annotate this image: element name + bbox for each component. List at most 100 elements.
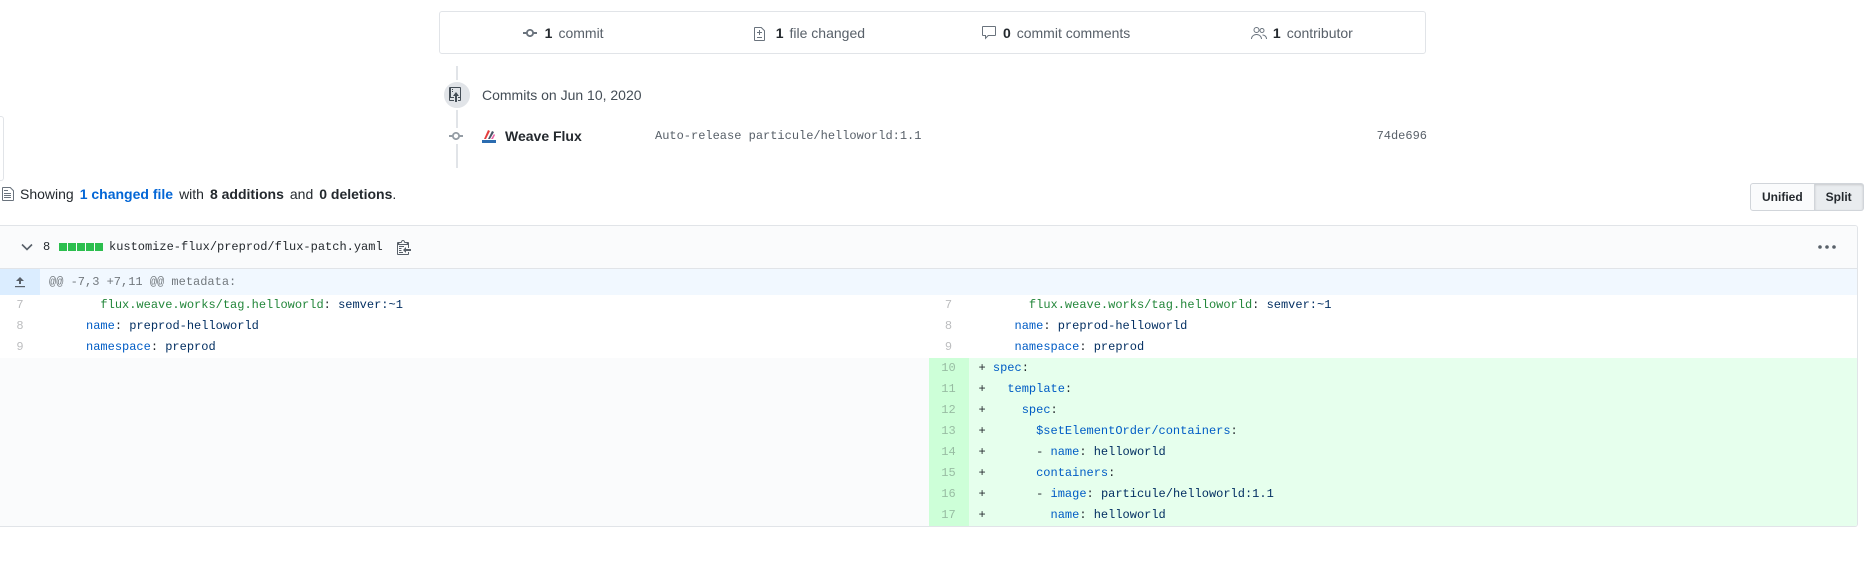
showing-and: and	[289, 186, 314, 202]
kebab-horizontal-icon[interactable]	[1817, 239, 1837, 255]
line-number[interactable]: 8	[929, 316, 969, 337]
diff-line-prefix: +	[978, 508, 1051, 522]
clipboard-icon[interactable]	[397, 239, 411, 255]
diff-left-cell: 8 name: preprod-helloworld	[0, 316, 929, 337]
yaml-colon: :	[1108, 466, 1116, 480]
commits-label: commit	[558, 24, 604, 41]
files-changed-summary[interactable]: 1 file changed	[686, 25, 932, 41]
line-number[interactable]: 14	[928, 442, 969, 463]
split-view-button[interactable]: Split	[1814, 183, 1864, 211]
line-number[interactable]	[0, 379, 40, 400]
yaml-colon: :	[1079, 340, 1094, 354]
yaml-key: name	[1014, 319, 1044, 333]
code-line: + name: helloworld	[969, 505, 1858, 526]
file-path[interactable]: kustomize-flux/preprod/flux-patch.yaml	[109, 240, 383, 254]
file-diff: 8 kustomize-flux/preprod/flux-patch.yaml…	[0, 225, 1858, 527]
diff-left-cell	[0, 463, 929, 484]
line-number[interactable]: 15	[928, 463, 969, 484]
diff-line-prefix: +	[978, 361, 993, 375]
diff-left-cell	[0, 379, 929, 400]
diff-left-cell	[0, 442, 929, 463]
line-number[interactable]: 11	[928, 379, 969, 400]
commit-row: Weave Flux Auto-release particule/hellow…	[449, 124, 1427, 148]
commit-sha[interactable]: 74de696	[1377, 129, 1427, 143]
diff-right-cell: 17 + name: helloworld	[928, 505, 1858, 526]
code-line: flux.weave.works/tag.helloworld: semver:…	[40, 295, 929, 316]
line-number[interactable]	[0, 463, 40, 484]
diff-line-prefix: + -	[978, 445, 1051, 459]
code-line: + spec:	[969, 400, 1858, 421]
yaml-colon: :	[1252, 298, 1267, 312]
file-diff-icon	[753, 26, 765, 41]
summary-bar: 1 commit 1 file changed 0 commit comment…	[439, 11, 1426, 54]
diff-right-cell: 7 flux.weave.works/tag.helloworld: semve…	[929, 295, 1858, 316]
diff-right-cell: 13 + $setElementOrder/containers:	[928, 421, 1857, 442]
changed-files-link[interactable]: 1 changed file	[80, 186, 173, 202]
deletions-count: 0 deletions	[319, 186, 393, 202]
yaml-value: semver:~1	[338, 298, 403, 312]
commit-author[interactable]: Weave Flux	[505, 128, 655, 144]
yaml-value: preprod-helloworld	[1057, 319, 1188, 333]
yaml-key: name	[1050, 508, 1080, 522]
yaml-colon: :	[323, 298, 339, 312]
diff-row: 17 + name: helloworld	[0, 505, 1857, 526]
line-number[interactable]: 10	[928, 358, 969, 379]
line-number[interactable]: 13	[928, 421, 969, 442]
commits-count: 1	[544, 24, 553, 41]
diff-line-prefix	[50, 298, 100, 312]
diff-left-cell	[0, 400, 929, 421]
commit-message[interactable]: Auto-release particule/helloworld:1.1	[655, 129, 1377, 143]
commits-date-heading: Commits on Jun 10, 2020	[442, 80, 642, 110]
unified-view-button[interactable]: Unified	[1750, 183, 1815, 211]
contributors-summary[interactable]: 1 contributor	[1179, 25, 1425, 41]
diff-right-cell: 14 + - name: helloworld	[928, 442, 1857, 463]
line-number[interactable]	[0, 484, 40, 505]
code-line: name: preprod-helloworld	[969, 316, 1858, 337]
line-number[interactable]	[0, 400, 40, 421]
diff-rows: 7 flux.weave.works/tag.helloworld: semve…	[0, 295, 1857, 526]
yaml-key: $setElementOrder/containers	[1036, 424, 1231, 438]
line-number[interactable]: 9	[0, 337, 40, 358]
yaml-key: namespace	[1014, 340, 1080, 354]
chevron-down-icon[interactable]	[20, 240, 34, 254]
files-count: 1	[775, 24, 784, 41]
hunk-header-text: @@ -7,3 +7,11 @@ metadata:	[49, 275, 237, 289]
commits-summary[interactable]: 1 commit	[440, 25, 686, 41]
showing-prefix: Showing	[20, 186, 74, 202]
line-number[interactable]: 12	[928, 400, 969, 421]
line-number[interactable]: 17	[928, 505, 969, 526]
yaml-key: flux.weave.works/tag.helloworld	[1028, 298, 1253, 312]
diff-right-cell: 16 + - image: particule/helloworld:1.1	[928, 484, 1858, 505]
code-line: + - image: particule/helloworld:1.1	[969, 484, 1858, 505]
line-number[interactable]	[0, 442, 40, 463]
diff-row: 15 + containers:	[0, 463, 1857, 484]
diff-line-prefix: + -	[978, 487, 1051, 501]
diff-left-cell: 9 namespace: preprod	[0, 337, 929, 358]
line-number[interactable]: 16	[928, 484, 969, 505]
line-number[interactable]: 8	[0, 316, 40, 337]
comments-summary[interactable]: 0 commit comments	[933, 25, 1179, 41]
yaml-key: image	[1050, 487, 1087, 501]
diff-row: 11 + template:	[0, 379, 1857, 400]
line-number[interactable]: 7	[929, 295, 969, 316]
line-number[interactable]: 9	[929, 337, 969, 358]
file-icon[interactable]	[2, 186, 14, 202]
expand-up-button[interactable]	[0, 269, 40, 295]
code-line: + template:	[969, 379, 1858, 400]
line-number[interactable]	[0, 358, 40, 379]
line-number[interactable]: 7	[0, 295, 40, 316]
additions-count: 8 additions	[209, 186, 284, 202]
yaml-colon: :	[114, 319, 130, 333]
commit-icon	[522, 28, 537, 37]
line-number[interactable]	[0, 505, 40, 526]
author-avatar[interactable]	[479, 126, 499, 146]
diff-line-prefix	[50, 319, 86, 333]
line-number[interactable]	[0, 421, 40, 442]
diff-right-cell: 9 namespace: preprod	[929, 337, 1858, 358]
diff-row: 10 + spec:	[0, 358, 1857, 379]
commits-date-label: Commits on Jun 10, 2020	[482, 87, 642, 103]
diffstat-block	[59, 243, 67, 251]
code-line: + containers:	[969, 463, 1858, 484]
